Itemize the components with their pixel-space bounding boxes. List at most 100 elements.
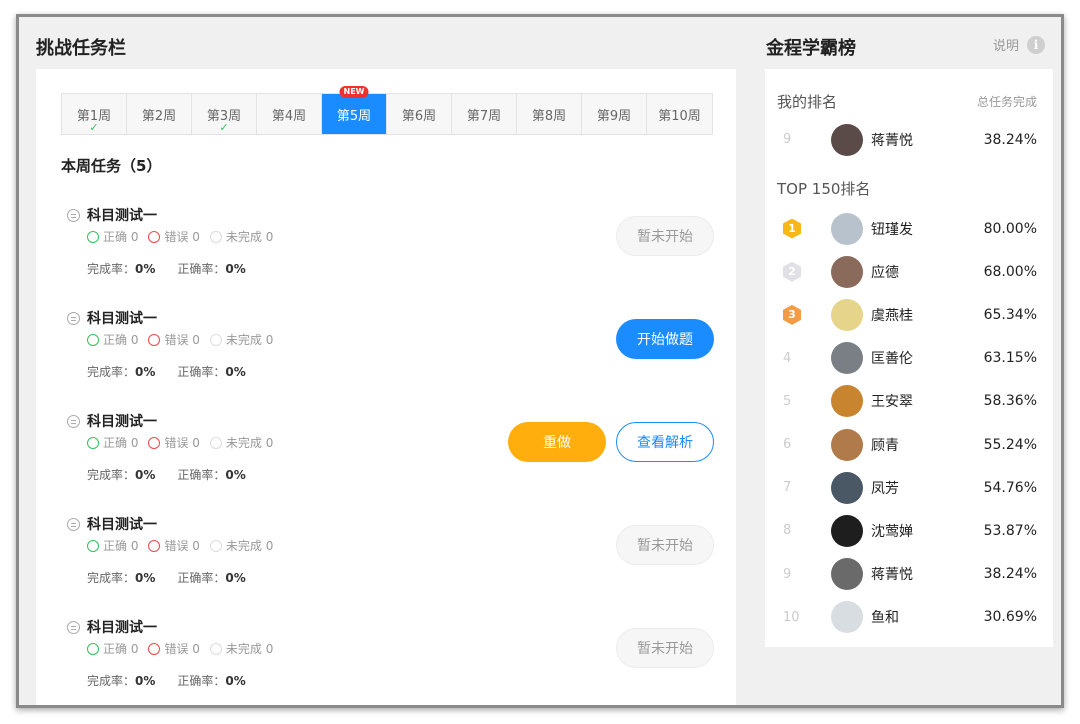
rank-row[interactable]: 3 虞燕桂 65.34% xyxy=(765,293,1053,336)
rank-row[interactable]: 7 凤芳 54.76% xyxy=(765,466,1053,509)
view-analysis-button[interactable]: 查看解析 xyxy=(616,422,714,462)
tab-week-4[interactable]: 第4周 xyxy=(257,94,322,134)
tab-week-1[interactable]: 第1周 ✓ xyxy=(62,94,127,134)
ranking-title: 金程学霸榜 xyxy=(766,38,856,59)
accuracy-label: 正确率： xyxy=(177,571,226,585)
unfinished-circle-icon xyxy=(209,436,222,449)
accuracy-value: 0% xyxy=(225,468,246,482)
top-rank-label: TOP 150排名 xyxy=(777,180,871,198)
completion-rate: 完成率：0% xyxy=(87,363,155,380)
stat-correct: 正确 0 xyxy=(87,537,138,554)
rank-row[interactable]: 10 鱼和 30.69% xyxy=(765,596,1053,639)
tab-week-2[interactable]: 第2周 xyxy=(127,94,192,134)
correct-circle-icon xyxy=(87,230,99,243)
completion-rate: 完成率：0% xyxy=(87,466,155,483)
start-button[interactable]: 开始做题 xyxy=(616,319,714,359)
completion-value: 0% xyxy=(135,365,156,379)
rank-name: 蒋菁悦 xyxy=(871,132,913,149)
unfinished-circle-icon xyxy=(209,333,222,346)
stat-wrong: 错误 0 xyxy=(148,331,200,348)
task-item: 科目测试一 正确 0 错误 0 未完成 0 完成率：0% 正确率：0% 开始做题 xyxy=(61,302,721,405)
completion-rate: 完成率：0% xyxy=(87,672,155,689)
completion-rate: 完成率：0% xyxy=(87,260,155,277)
tab-week-3[interactable]: 第3周 ✓ xyxy=(192,94,257,134)
avatar xyxy=(831,558,863,591)
accuracy-rate: 正确率：0% xyxy=(177,672,245,689)
not-started-button: 暂未开始 xyxy=(616,216,714,256)
rank-name: 应德 xyxy=(871,264,899,281)
task-title-text: 科目测试一 xyxy=(87,311,157,327)
tab-label: 第5周 xyxy=(336,108,372,124)
redo-button[interactable]: 重做 xyxy=(508,422,606,462)
completion-label: 完成率： xyxy=(87,262,136,276)
rank-number: 5 xyxy=(783,393,792,409)
stat-correct: 正确 0 xyxy=(87,434,138,451)
task-stats: 正确 0 错误 0 未完成 0 xyxy=(87,331,283,348)
task-title: 科目测试一 xyxy=(67,617,157,637)
rank-percent: 38.24% xyxy=(983,566,1037,583)
accuracy-value: 0% xyxy=(225,365,246,379)
unfinished-circle-icon xyxy=(209,539,222,552)
not-started-button: 暂未开始 xyxy=(616,628,714,668)
task-list: 科目测试一 正确 0 错误 0 未完成 0 完成率：0% 正确率：0% 暂未开始 科目测试一正… xyxy=(61,199,721,705)
stat-correct: 正确 0 xyxy=(87,228,138,245)
tab-label: 第4周 xyxy=(271,108,307,124)
my-rank-row[interactable]: 9 蒋菁悦 38.24% xyxy=(765,118,1053,161)
gold-medal-icon: 1 xyxy=(783,218,801,239)
rank-row[interactable]: 4 匡善伦 63.15% xyxy=(765,337,1053,380)
rank-number: 10 xyxy=(783,609,800,625)
completion-value: 0% xyxy=(135,571,156,585)
stat-correct-label: 正确 0 xyxy=(103,539,139,553)
rank-row[interactable]: 6 顾青 55.24% xyxy=(765,423,1053,466)
stat-correct-label: 正确 0 xyxy=(103,436,139,450)
task-item: 科目测试一 正确 0 错误 0 未完成 0 完成率：0% 正确率：0% 暂未开始 xyxy=(61,199,721,302)
rank-number: 1 xyxy=(765,218,821,239)
tab-week-10[interactable]: 第10周 xyxy=(647,94,712,134)
rank-percent: 30.69% xyxy=(983,609,1037,626)
help-label: 说明 xyxy=(992,39,1019,54)
stat-wrong-label: 错误 0 xyxy=(164,436,200,450)
task-title-text: 科目测试一 xyxy=(87,208,157,224)
task-rates: 完成率：0% 正确率：0% xyxy=(87,466,246,483)
tab-week-8[interactable]: 第8周 xyxy=(517,94,582,134)
wrong-circle-icon xyxy=(148,333,161,346)
avatar xyxy=(831,123,863,156)
rank-row[interactable]: 9 蒋菁悦 38.24% xyxy=(765,553,1053,596)
stat-unfinished: 未完成 0 xyxy=(209,331,273,348)
completion-label: 完成率： xyxy=(87,468,136,482)
rank-name: 王安翠 xyxy=(871,394,913,411)
rank-row[interactable]: 2 应德 68.00% xyxy=(765,250,1053,293)
task-heading: 本周任务（5） xyxy=(61,157,162,175)
stat-unfinished: 未完成 0 xyxy=(209,228,273,245)
rank-row[interactable]: 8 沈莺婵 53.87% xyxy=(765,509,1053,552)
stat-unfinished: 未完成 0 xyxy=(209,537,273,554)
rank-name: 匡善伦 xyxy=(871,351,913,368)
stat-wrong-label: 错误 0 xyxy=(164,539,200,553)
rank-name: 钮瑾发 xyxy=(871,221,913,238)
rank-percent: 58.36% xyxy=(983,393,1037,410)
avatar xyxy=(831,212,863,245)
unfinished-circle-icon xyxy=(209,642,222,655)
task-stats: 正确 0 错误 0 未完成 0 xyxy=(87,228,283,245)
rank-row[interactable]: 5 王安翠 58.36% xyxy=(765,380,1053,423)
tab-week-5[interactable]: 第5周 NEW xyxy=(322,86,387,134)
help-button[interactable]: 说明 i xyxy=(993,35,1045,54)
rank-percent: 53.87% xyxy=(983,522,1037,539)
task-rates: 完成率：0% 正确率：0% xyxy=(87,672,246,689)
stat-wrong: 错误 0 xyxy=(148,537,200,554)
completion-value: 0% xyxy=(135,468,156,482)
rank-row[interactable]: 1 钮瑾发 80.00% xyxy=(765,207,1053,250)
stat-wrong-label: 错误 0 xyxy=(164,642,200,656)
tab-label: 第8周 xyxy=(531,108,567,124)
stat-unfinished-label: 未完成 0 xyxy=(225,436,274,450)
tab-week-6[interactable]: 第6周 xyxy=(387,94,452,134)
stat-wrong: 错误 0 xyxy=(148,640,200,657)
task-stats: 正确 0 错误 0 未完成 0 xyxy=(87,537,283,554)
accuracy-value: 0% xyxy=(225,262,246,276)
wrong-circle-icon xyxy=(148,539,161,552)
tab-week-9[interactable]: 第9周 xyxy=(582,94,647,134)
bronze-medal-icon: 3 xyxy=(783,304,801,325)
stat-unfinished-label: 未完成 0 xyxy=(225,642,274,656)
accuracy-value: 0% xyxy=(225,571,246,585)
tab-week-7[interactable]: 第7周 xyxy=(452,94,517,134)
